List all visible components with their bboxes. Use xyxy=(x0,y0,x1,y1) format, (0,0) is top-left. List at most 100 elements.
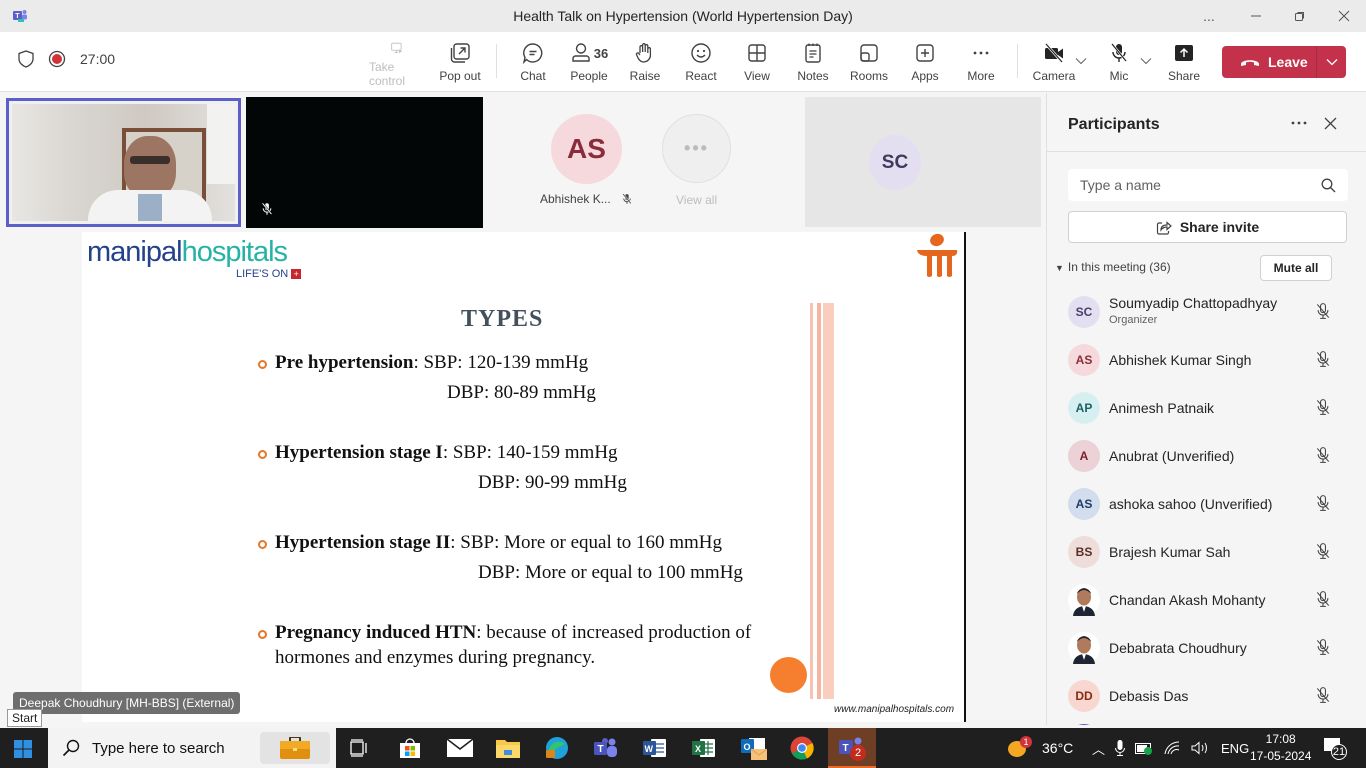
view-all-button[interactable]: ••• xyxy=(662,114,731,183)
avatar-abhishek[interactable]: AS xyxy=(551,114,622,184)
react-button[interactable]: React xyxy=(673,42,729,88)
mic-off-icon[interactable] xyxy=(1314,302,1334,322)
notification-center-button[interactable]: 21 xyxy=(1324,728,1348,768)
store-button[interactable] xyxy=(396,734,424,762)
avatar-sc: SC xyxy=(869,135,921,190)
leave-options-button[interactable] xyxy=(1316,46,1346,78)
notification-count: 21 xyxy=(1331,744,1347,760)
mic-off-icon[interactable] xyxy=(1314,446,1334,466)
view-all-label[interactable]: View all xyxy=(676,193,717,207)
share-invite-button[interactable]: Share invite xyxy=(1068,211,1347,243)
more-button[interactable]: More xyxy=(953,42,1009,88)
minimize-button[interactable] xyxy=(1233,0,1279,32)
teams-button[interactable]: T xyxy=(592,734,620,762)
mic-off-icon[interactable] xyxy=(1314,398,1334,418)
excel-button[interactable]: X xyxy=(690,734,718,762)
teams-classic-button[interactable]: T 2 xyxy=(828,728,876,768)
mic-off-icon[interactable] xyxy=(1314,638,1334,658)
slide-item-stage-2: Hypertension stage II: SBP: More or equa… xyxy=(275,532,722,554)
view-label: View xyxy=(744,69,770,83)
leave-label: Leave xyxy=(1268,54,1308,70)
battery-icon[interactable] xyxy=(1135,741,1153,755)
leave-button[interactable]: Leave xyxy=(1222,46,1346,78)
participant-row[interactable]: DD Debasis Das xyxy=(1068,676,1348,716)
edge-icon xyxy=(546,737,568,759)
mic-off-icon[interactable] xyxy=(1314,590,1334,610)
share-button[interactable]: Share xyxy=(1156,42,1212,88)
file-explorer-icon xyxy=(496,740,520,758)
outlook-button[interactable]: O xyxy=(740,734,768,762)
video-tile-presenter[interactable] xyxy=(6,98,241,227)
mic-off-icon[interactable] xyxy=(1314,494,1334,514)
participant-search-input[interactable]: Type a name xyxy=(1068,169,1348,201)
camera-options-chevron-icon[interactable] xyxy=(1075,57,1087,65)
wifi-icon[interactable] xyxy=(1163,741,1181,755)
speaker-icon[interactable] xyxy=(1191,741,1211,755)
svg-text:X: X xyxy=(695,744,701,754)
close-panel-icon[interactable] xyxy=(1324,117,1337,130)
shield-icon[interactable] xyxy=(18,50,34,68)
people-button[interactable]: 36 People xyxy=(561,42,617,88)
taskbar-search-box[interactable]: Type here to search xyxy=(48,728,336,768)
mail-button[interactable] xyxy=(446,734,474,762)
participant-row[interactable]: AS ashoka sahoo (Unverified) xyxy=(1068,484,1348,524)
chrome-button[interactable] xyxy=(788,734,816,762)
video-tile-organizer[interactable]: SC xyxy=(805,97,1041,227)
show-hidden-icons-icon[interactable]: ︿ xyxy=(1092,739,1105,758)
chat-bubble-icon xyxy=(522,43,543,64)
participant-row[interactable]: Chandan Akash Mohanty xyxy=(1068,580,1348,620)
microphone-icon[interactable] xyxy=(1115,740,1126,756)
take-control-button[interactable]: Take control xyxy=(369,42,425,88)
mic-off-icon[interactable] xyxy=(1314,350,1334,370)
bullet-icon xyxy=(258,540,267,549)
participant-role: Organizer xyxy=(1109,314,1158,326)
mic-off-icon[interactable] xyxy=(1314,542,1334,562)
close-window-button[interactable] xyxy=(1321,0,1366,32)
word-button[interactable]: W xyxy=(641,734,669,762)
item-subtext: hormones and enzymes during pregnancy. xyxy=(275,647,596,668)
person-icon xyxy=(572,43,590,62)
file-explorer-button[interactable] xyxy=(494,734,522,762)
apps-button[interactable]: Apps xyxy=(897,42,953,88)
pop-out-button[interactable]: Pop out xyxy=(432,42,488,88)
raise-hand-button[interactable]: Raise xyxy=(617,42,673,88)
notes-button[interactable]: Notes xyxy=(785,42,841,88)
participant-avatar: BS xyxy=(1068,536,1100,568)
participant-name: Soumyadip Chattopadhyay Organizer xyxy=(1109,295,1314,329)
mic-button[interactable]: Mic xyxy=(1091,42,1147,88)
participant-row[interactable]: AP Animesh Patnaik xyxy=(1068,388,1348,428)
panel-more-icon[interactable] xyxy=(1291,121,1307,125)
decorative-stripes xyxy=(810,303,834,699)
window-more-button[interactable]: ... xyxy=(1186,0,1232,32)
clock[interactable]: 17:08 17-05-2024 xyxy=(1250,728,1311,768)
mic-off-icon[interactable] xyxy=(1314,686,1334,706)
language-indicator[interactable]: ENG xyxy=(1221,741,1249,756)
rooms-button[interactable]: Rooms xyxy=(841,42,897,88)
store-icon xyxy=(400,738,420,758)
restore-button[interactable] xyxy=(1277,0,1323,32)
react-label: React xyxy=(685,69,717,83)
chat-button[interactable]: Chat xyxy=(505,42,561,88)
participant-avatar: AS xyxy=(1068,488,1100,520)
task-view-button[interactable] xyxy=(346,734,374,762)
edge-button[interactable] xyxy=(543,734,571,762)
tagline-text: LIFE'S ON xyxy=(236,268,289,280)
camera-button[interactable]: Camera xyxy=(1026,42,1082,88)
start-button[interactable] xyxy=(14,740,32,763)
weather-widget[interactable]: 1 36°C xyxy=(1006,728,1073,768)
mic-options-chevron-icon[interactable] xyxy=(1140,57,1152,65)
participant-row[interactable]: Debabrata Choudhury xyxy=(1068,628,1348,668)
mute-all-button[interactable]: Mute all xyxy=(1260,255,1332,281)
view-button[interactable]: View xyxy=(729,42,785,88)
video-tile-participant[interactable] xyxy=(246,97,483,228)
participant-name: ashoka sahoo (Unverified) xyxy=(1109,496,1314,513)
in-meeting-section-toggle[interactable]: ▼ In this meeting (36) xyxy=(1055,260,1171,274)
participant-row[interactable]: SC Soumyadip Chattopadhyay Organizer xyxy=(1068,292,1348,332)
grid-icon xyxy=(748,44,766,62)
start-tooltip: Start xyxy=(7,709,43,727)
participant-row[interactable]: BS Brajesh Kumar Sah xyxy=(1068,532,1348,572)
plus-badge-icon: + xyxy=(291,269,302,279)
participant-row[interactable]: AS Abhishek Kumar Singh xyxy=(1068,340,1348,380)
participant-row[interactable]: A Anubrat (Unverified) xyxy=(1068,436,1348,476)
participant-name-text: Abhishek Kumar Singh xyxy=(1109,351,1252,368)
